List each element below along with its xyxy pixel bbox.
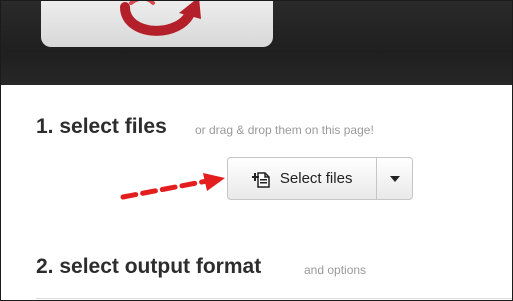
section-divider bbox=[36, 298, 512, 299]
add-file-icon bbox=[250, 169, 272, 189]
file-select-group: Select files bbox=[227, 157, 413, 200]
refresh-arrow-icon bbox=[120, 1, 201, 36]
chevron-down-icon bbox=[389, 175, 400, 182]
step1-heading: 1. select files bbox=[36, 115, 167, 138]
select-files-label: Select files bbox=[279, 170, 353, 187]
logo[interactable] bbox=[41, 1, 273, 47]
upload-options-dropdown[interactable] bbox=[376, 157, 413, 200]
step2-heading: 2. select output format bbox=[36, 255, 262, 278]
step2-note: and options bbox=[304, 263, 367, 277]
site-header bbox=[1, 1, 512, 85]
select-files-button[interactable]: Select files bbox=[227, 157, 377, 200]
step1-note: or drag & drop them on this page! bbox=[195, 123, 374, 137]
pointer-arrow-annotation bbox=[120, 173, 225, 200]
app-window: 1. select files or drag & drop them on t… bbox=[0, 0, 513, 301]
